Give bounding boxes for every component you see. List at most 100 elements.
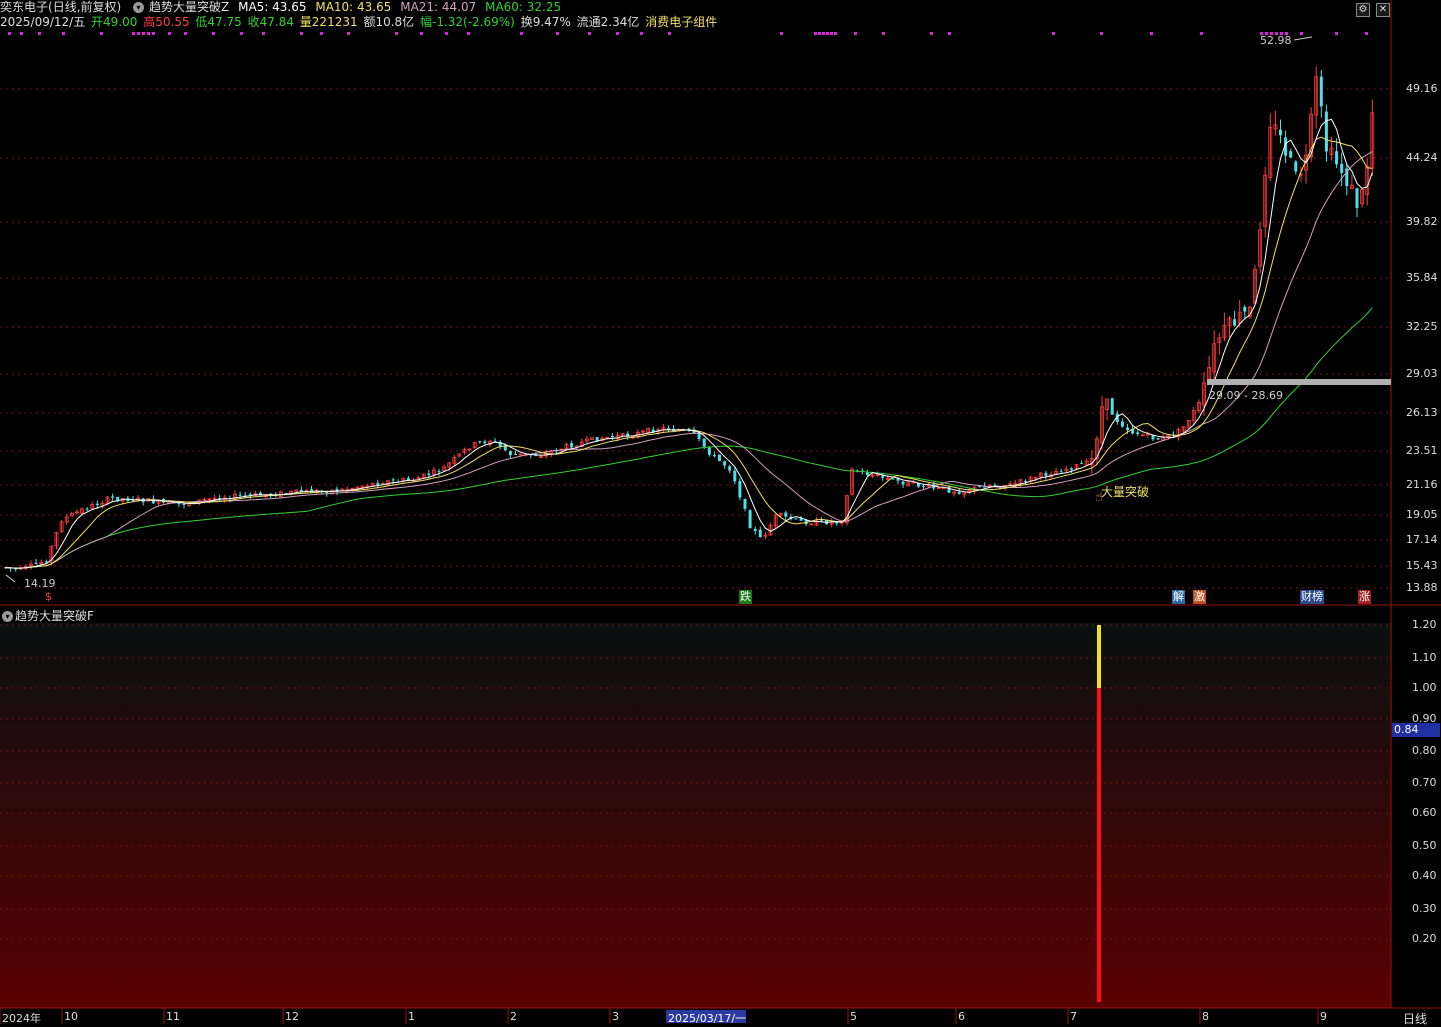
candle-body (718, 454, 721, 461)
time-tick: 1 (408, 1010, 415, 1023)
candle-body (44, 561, 48, 563)
sub-tick: 0.70 (1412, 776, 1437, 789)
candle-body (1355, 188, 1359, 208)
candle-body (1120, 421, 1124, 427)
event-dot (62, 32, 65, 35)
candle-body (376, 482, 380, 485)
candle-body (733, 470, 737, 482)
candle-body (610, 435, 614, 438)
sub-tick: 0.60 (1412, 806, 1437, 819)
event-dot (1335, 32, 1338, 35)
candle-body (325, 492, 329, 494)
price-tick: 23.51 (1406, 444, 1438, 457)
support-zone-bar (1207, 379, 1391, 385)
candle-body (1110, 398, 1114, 415)
candle-body (1294, 161, 1298, 172)
candle-body (702, 438, 706, 447)
candle-body (1024, 480, 1027, 482)
event-dot (1150, 32, 1153, 35)
candle-body (34, 562, 38, 564)
event-dot (467, 32, 470, 35)
event-dot (168, 32, 171, 35)
sub-panel-title[interactable]: 趋势大量突破F (15, 609, 94, 623)
sub-tick: 1.20 (1412, 618, 1437, 631)
period-button[interactable]: 日线 (1403, 1010, 1427, 1027)
sub-panel-background (0, 623, 1391, 1008)
candle-body (835, 522, 839, 524)
ma5-line (5, 118, 1373, 569)
candle-body (1156, 438, 1160, 440)
event-dot (152, 32, 155, 35)
sub-tick: 1.10 (1412, 651, 1437, 664)
candles[interactable] (4, 66, 1375, 572)
signal-rise[interactable]: 涨 (1358, 590, 1371, 604)
event-dot (320, 32, 323, 35)
low-arrow (5, 574, 16, 583)
event-dot (347, 32, 350, 35)
price-tick: 19.05 (1406, 508, 1438, 521)
chevron-down-icon[interactable]: ▾ (2, 611, 13, 622)
candle-body (1044, 473, 1048, 476)
price-tick: 49.16 (1406, 82, 1438, 95)
candle-body (707, 447, 711, 455)
candle-body (1324, 111, 1328, 152)
event-dot (826, 32, 829, 35)
candle-body (865, 472, 869, 476)
event-dot (588, 32, 591, 35)
event-dot (137, 32, 140, 35)
candle-body (1243, 306, 1247, 312)
event-dot (184, 32, 187, 35)
signal-fall[interactable]: 跌 (739, 590, 752, 604)
signal-stimulate[interactable]: 激 (1193, 590, 1206, 604)
time-tick: 5 (850, 1010, 857, 1023)
event-dot (8, 32, 11, 35)
event-dot (420, 32, 423, 35)
candle-body (758, 529, 762, 538)
event-dot (212, 32, 215, 35)
sub-tick: 0.20 (1412, 932, 1437, 945)
signal-unlock[interactable]: 解 (1172, 590, 1185, 604)
price-tick: 39.82 (1406, 215, 1438, 228)
price-tick: 15.43 (1406, 559, 1438, 572)
event-dot (1200, 32, 1203, 35)
event-dot (930, 32, 933, 35)
candle-body (896, 478, 900, 481)
sub-tick: 0.30 (1412, 902, 1437, 915)
signal-bar-bottom (1097, 688, 1101, 1002)
event-dot (948, 32, 951, 35)
event-dot (818, 32, 821, 35)
event-dot (882, 32, 885, 35)
candle-body (570, 443, 574, 448)
candle-body (1080, 463, 1084, 465)
sub-tick: 0.40 (1412, 869, 1437, 882)
price-tick: 26.13 (1406, 406, 1438, 419)
signal-finance-rank[interactable]: 财榜 (1300, 590, 1324, 604)
candle-body (85, 508, 89, 510)
candle-body (514, 453, 517, 455)
candle-body (1136, 432, 1140, 435)
peak-label: 52.98 (1260, 34, 1292, 47)
time-tick: 12 (285, 1010, 299, 1023)
signal-dollar[interactable]: $ (44, 590, 53, 604)
event-dot (854, 32, 857, 35)
event-dot (822, 32, 825, 35)
event-dot (834, 32, 837, 35)
kline-chart[interactable] (0, 0, 1441, 1024)
candle-body (182, 504, 186, 506)
event-dot (395, 32, 398, 35)
candle-body (978, 486, 982, 488)
candle-body (391, 479, 395, 481)
event-dot (780, 32, 783, 35)
cursor-hand-icon: ☝ (1095, 490, 1103, 505)
candle-body (728, 466, 732, 471)
event-dot (556, 32, 559, 35)
candle-body (881, 475, 885, 478)
candle-body (1233, 319, 1237, 326)
candle-body (1059, 471, 1063, 473)
candle-body (1069, 468, 1073, 470)
candle-body (712, 455, 716, 457)
candle-body (743, 498, 747, 509)
price-gridlines (0, 88, 1391, 589)
price-tick: 32.25 (1406, 320, 1438, 333)
candle-body (427, 473, 431, 476)
